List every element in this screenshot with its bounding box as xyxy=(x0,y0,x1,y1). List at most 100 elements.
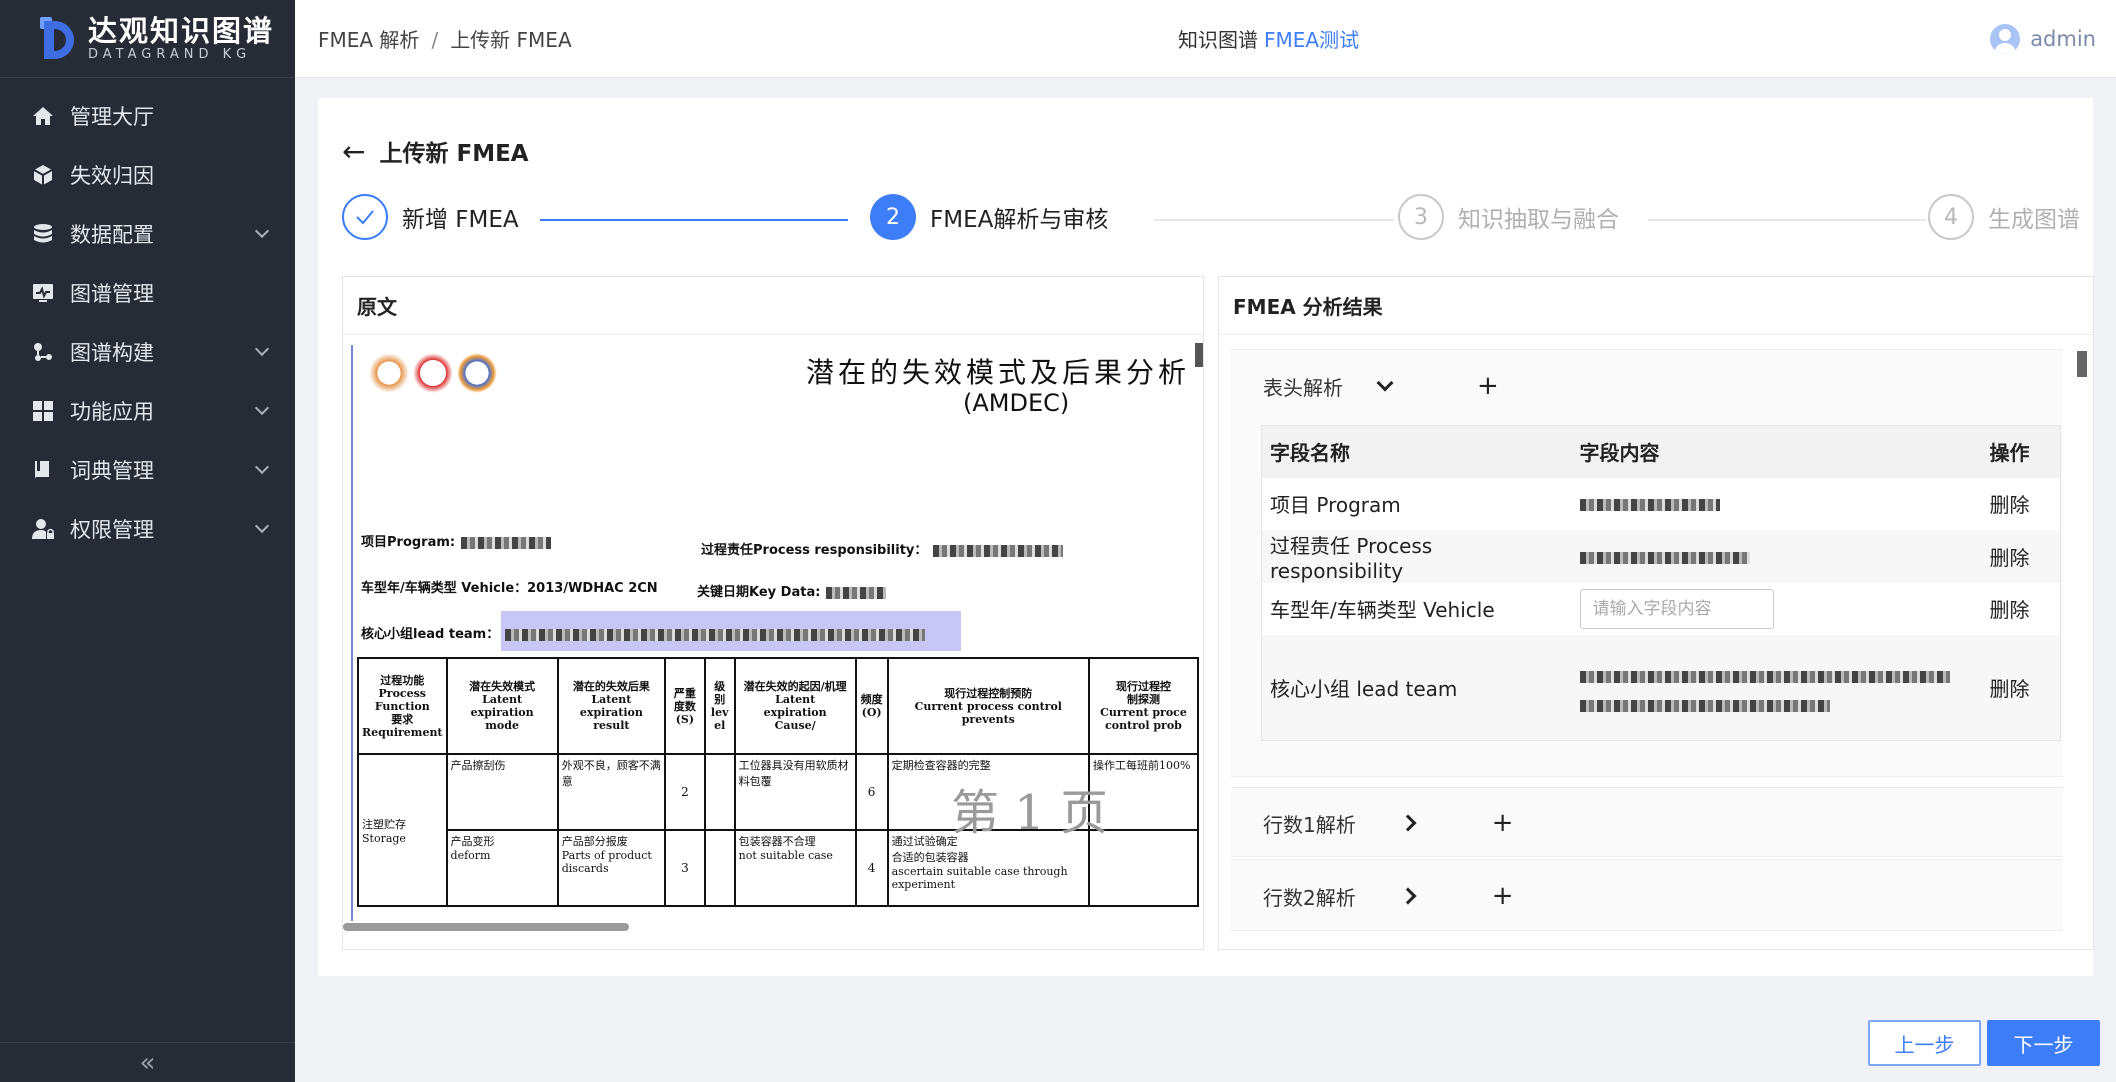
sidebar-item-label: 图谱构建 xyxy=(70,340,154,365)
doc-cell: 注塑贮存 Storage xyxy=(357,753,448,907)
doc-col-header: 频度 (O) xyxy=(854,657,889,755)
delete-button[interactable]: 删除 xyxy=(1981,477,2061,530)
sidebar-item-permissions[interactable]: 权限管理 xyxy=(0,499,295,558)
main-card: ← 上传新 FMEA 新增 FMEA 2 FMEA解析与审核 3 知识抽取与融合… xyxy=(318,98,2094,976)
monitor-icon xyxy=(30,280,56,306)
user-name: admin xyxy=(2030,26,2096,51)
field-value[interactable] xyxy=(1571,529,1982,583)
vertical-scrollbar[interactable] xyxy=(1195,343,1203,367)
page-title-text: 上传新 FMEA xyxy=(379,141,529,167)
delete-button[interactable]: 删除 xyxy=(1981,529,2061,583)
sidebar-item-graph-management[interactable]: 图谱管理 xyxy=(0,263,295,322)
user-menu[interactable]: admin xyxy=(1990,23,2096,54)
sidebar-item-dashboard[interactable]: 管理大厅 xyxy=(0,86,295,145)
sidebar-item-apps[interactable]: 功能应用 xyxy=(0,381,295,440)
chevron-down-icon xyxy=(254,223,270,239)
project-name[interactable]: FMEA测试 xyxy=(1264,28,1359,52)
sidebar-item-graph-build[interactable]: 图谱构建 xyxy=(0,322,295,381)
chevron-down-icon xyxy=(254,459,270,475)
column-header: 字段名称 xyxy=(1261,425,1572,478)
doc-cell: 2 xyxy=(664,753,706,831)
chevron-right-icon[interactable] xyxy=(1399,887,1417,905)
doc-col-header: 潜在的失效后果 Latent expiration result xyxy=(556,657,667,755)
sidebar-item-dictionary[interactable]: 词典管理 xyxy=(0,440,295,499)
field-name: 车型年/车辆类型 Vehicle xyxy=(1261,582,1572,635)
graph-label: 知识图谱 xyxy=(1178,28,1258,52)
step-4: 4 生成图谱 xyxy=(1928,194,2080,240)
sidebar-menu: 管理大厅 失效归因 数据配置 图谱管理 图谱构建 功能应用 词典管理 权限管理 xyxy=(0,78,295,558)
doc-cell: 产品擦刮伤 xyxy=(445,753,559,831)
sidebar-item-label: 功能应用 xyxy=(70,399,154,424)
table-row: 核心小组 lead team 删除 xyxy=(1261,634,2061,741)
step-3: 3 知识抽取与融合 xyxy=(1398,194,1619,240)
doc-col-header: 过程功能 Process Function 要求 Requirement xyxy=(357,657,448,755)
user-lock-icon xyxy=(30,516,56,542)
sidebar-item-label: 失效归因 xyxy=(70,163,154,188)
field-value[interactable] xyxy=(1571,634,1982,741)
row1-parse-section: 行数1解析 + xyxy=(1231,787,2063,857)
step-number: 2 xyxy=(870,194,916,240)
original-panel: 原文 潜在的失效模式及后果分析 (AMDEC) 项目Program: 过程责任P… xyxy=(342,276,1204,950)
field-value[interactable] xyxy=(1571,477,1982,530)
doc-keydata-label: 关键日期Key Data: xyxy=(697,585,821,600)
sidebar-collapse-button[interactable]: « xyxy=(0,1042,295,1082)
panel-title: 原文 xyxy=(343,277,1203,335)
step-label: 新增 FMEA xyxy=(402,207,519,233)
add-icon[interactable]: + xyxy=(1492,808,1514,838)
delete-button[interactable]: 删除 xyxy=(1981,582,2061,635)
delete-button[interactable]: 删除 xyxy=(1981,634,2061,741)
top-header: FMEA 解析 / 上传新 FMEA 知识图谱 FMEA测试 admin xyxy=(295,0,2116,78)
home-icon xyxy=(30,103,56,129)
doc-process-label: 过程责任Process responsibility： xyxy=(701,543,928,558)
check-icon xyxy=(342,194,388,240)
doc-col-header: 现行过程控 制探测 Current proce control prob xyxy=(1088,657,1199,755)
sidebar-item-data-config[interactable]: 数据配置 xyxy=(0,204,295,263)
section-header[interactable]: 行数1解析 + xyxy=(1231,788,2063,858)
horizontal-scrollbar[interactable] xyxy=(343,923,629,931)
doc-title: 潜在的失效模式及后果分析 xyxy=(806,356,1191,389)
doc-cell: 产品部分报废 Parts of product discards xyxy=(556,829,667,907)
row2-parse-section: 行数2解析 + xyxy=(1231,859,2063,931)
add-icon[interactable]: + xyxy=(1477,371,1499,401)
doc-subtitle: (AMDEC) xyxy=(963,389,1070,417)
nodes-icon xyxy=(30,339,56,365)
prev-step-button[interactable]: 上一步 xyxy=(1868,1020,1981,1066)
breadcrumb-item-fmea[interactable]: FMEA 解析 xyxy=(318,28,419,52)
graph-selector[interactable]: 知识图谱 FMEA测试 xyxy=(1178,24,1359,53)
chevron-right-icon[interactable] xyxy=(1399,814,1417,832)
sidebar-item-failure-attribution[interactable]: 失效归因 xyxy=(0,145,295,204)
next-step-button[interactable]: 下一步 xyxy=(1987,1020,2100,1066)
doc-col-header: 潜在失效模式 Latent expiration mode xyxy=(445,657,559,755)
vertical-scrollbar[interactable] xyxy=(2077,351,2087,377)
logo-mark-icon xyxy=(40,16,76,61)
page-title: ← 上传新 FMEA xyxy=(342,134,529,168)
back-arrow-icon[interactable]: ← xyxy=(342,135,365,168)
doc-cell: 4 xyxy=(854,829,889,907)
chevron-down-icon xyxy=(254,341,270,357)
sidebar-item-label: 图谱管理 xyxy=(70,281,154,306)
field-value-input[interactable] xyxy=(1579,588,1774,629)
avatar-icon xyxy=(1990,23,2021,54)
doc-vehicle-label: 车型年/车辆类型 Vehicle： xyxy=(361,581,528,596)
logo[interactable]: 达观知识图谱 DATAGRAND KG xyxy=(0,0,295,78)
doc-col-header: 级别 lev el xyxy=(703,657,736,755)
chevron-down-icon[interactable] xyxy=(1376,374,1394,392)
field-name: 核心小组 lead team xyxy=(1261,634,1572,741)
sidebar-item-label: 权限管理 xyxy=(70,517,154,542)
section-header[interactable]: 行数2解析 + xyxy=(1231,860,2063,932)
step-label: 知识抽取与融合 xyxy=(1458,207,1619,233)
doc-cell: 包装容器不合理 not suitable case xyxy=(733,829,857,907)
field-name: 过程责任 Process responsibility xyxy=(1261,529,1572,583)
step-1: 新增 FMEA xyxy=(342,194,519,240)
add-icon[interactable]: + xyxy=(1492,881,1514,911)
section-label: 行数2解析 xyxy=(1263,885,1356,910)
doc-cell: 产品变形 deform xyxy=(445,829,559,907)
doc-cell: 工位器具没有用软质材料包覆 xyxy=(733,753,857,831)
page-watermark: 第 1 页 xyxy=(951,785,1109,841)
document-preview[interactable]: 潜在的失效模式及后果分析 (AMDEC) 项目Program: 过程责任Proc… xyxy=(351,345,1199,921)
doc-program-label: 项目Program: xyxy=(361,535,456,550)
table-row: 车型年/车辆类型 Vehicle 删除 xyxy=(1261,582,2061,635)
sidebar-item-label: 管理大厅 xyxy=(70,104,154,129)
step-label: 生成图谱 xyxy=(1988,207,2080,233)
section-header[interactable]: 表头解析 + xyxy=(1231,350,2063,422)
